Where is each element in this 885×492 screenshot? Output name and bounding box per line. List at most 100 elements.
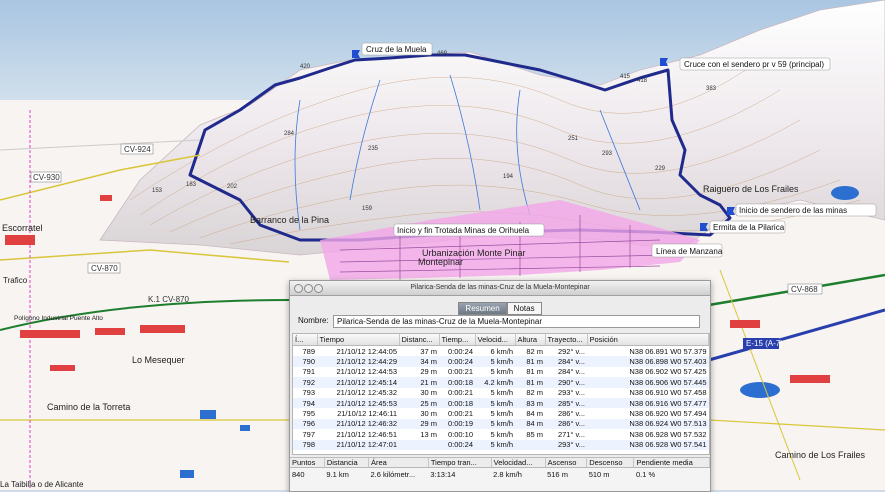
column-header[interactable]: Tiemp... (439, 334, 476, 346)
table-row[interactable]: 792 21/10/12 12:45:14 21 m 0:00:18 4.2 km/h 8… (293, 377, 709, 388)
elevation-label: 293 (602, 151, 613, 157)
table-cell: 0:00:10 (447, 429, 473, 439)
tab-bar: Resumen Notas (290, 298, 710, 316)
table-cell: 5 km/h (490, 429, 513, 439)
column-header[interactable]: Í... (293, 334, 318, 346)
table-cell: 25 m (399, 397, 439, 409)
summary-value: 2.8 km/h (493, 469, 522, 479)
place-barranco-pina: Barranco de la Pina (250, 215, 329, 225)
table-cell: N38 06.902 W0 57.425 (629, 367, 707, 377)
elevation-label: 159 (362, 206, 373, 212)
table-cell: N38 06.920 W0 57.494 (629, 409, 707, 419)
summary-header: Velocidad... (491, 458, 546, 468)
close-window-icon[interactable] (294, 284, 303, 293)
table-cell: N38 06.891 W0 57.379 (629, 346, 707, 356)
waypoint-inicio-fin-trotada: Inicio y fin Trotada Minas de Orihuela (397, 226, 530, 235)
table-cell (515, 439, 545, 450)
road-k1-cv-870: K.1 CV-870 (148, 295, 189, 304)
table-cell: 5 km/h (490, 409, 513, 419)
table-cell: 271° v... (557, 429, 585, 439)
trackpoints-table[interactable]: Í... Tiempo Distanc... Tiemp... Velocid... Al… (292, 333, 710, 455)
table-cell: 37 m (420, 346, 437, 356)
table-cell: 791 (302, 367, 315, 377)
table-cell: 82 m (526, 388, 543, 398)
summary-value: 840 (292, 469, 305, 479)
table-row[interactable]: 795 21/10/12 12:46:11 30 m 0:00:21 5 km/h 84 … (293, 408, 709, 418)
table-cell: 0:00:21 (447, 388, 473, 398)
column-header[interactable]: Velocid... (475, 334, 516, 346)
column-header[interactable]: Altura (515, 334, 546, 346)
table-cell: 0:00:21 (447, 367, 473, 377)
column-header[interactable]: Distanc... (399, 334, 440, 346)
summary-value: 516 m (547, 469, 568, 479)
table-cell: 285° v... (545, 397, 587, 409)
table-cell: 21/10/12 12:45:53 (317, 397, 399, 409)
summary-header: Pendiente media (633, 458, 710, 468)
place-camino-torreta: Camino de la Torreta (47, 402, 130, 412)
column-header[interactable]: Trayecto... (545, 334, 588, 346)
table-cell: 790 (293, 356, 317, 367)
table-cell: 793 (302, 388, 315, 398)
summary-header: Distancia (324, 458, 369, 468)
table-cell: 286° v... (545, 418, 587, 430)
table-row[interactable]: 789 21/10/12 12:44:05 37 m 0:00:24 6 km/h 82 … (293, 346, 709, 357)
elevation-label: 229 (655, 166, 666, 172)
elevation-label: 202 (227, 184, 238, 190)
summary-header-row: Puntos Distancia Área Tiempo tran... Velocid… (290, 458, 710, 468)
table-cell: N38 06.910 W0 57.458 (629, 388, 707, 398)
table-row[interactable]: 794 21/10/12 12:45:53 25 m 0:00:18 5 km/h 83 … (293, 397, 709, 409)
table-cell: 82 m (526, 346, 543, 356)
table-cell: 81 m (515, 377, 545, 388)
table-cell: 290° v... (545, 377, 587, 388)
place-lo-mesequer: Lo Mesequer (132, 355, 185, 365)
table-cell: 84 m (526, 409, 543, 419)
window-titlebar[interactable]: Pilarica-Senda de las minas-Cruz de la M… (290, 281, 710, 296)
table-row[interactable]: 793 21/10/12 12:45:32 30 m 0:00:21 5 km/h 82 … (293, 388, 709, 398)
tab-resumen[interactable]: Resumen (458, 302, 507, 315)
summary-header: Puntos (290, 458, 325, 468)
minimize-window-icon[interactable] (304, 284, 313, 293)
table-cell: 792 (293, 377, 317, 388)
elevation-label: 251 (568, 136, 579, 142)
table-cell: 789 (302, 346, 315, 356)
table-cell: 84 m (515, 418, 545, 430)
table-row[interactable]: 796 21/10/12 12:46:32 29 m 0:00:19 5 km/h 84 … (293, 418, 709, 430)
waypoint-linea-manzana: Línea de Manzana (656, 247, 723, 256)
table-cell: 34 m (399, 356, 439, 367)
summary-value: 3:13:14 (430, 469, 456, 479)
column-header[interactable]: Posición (587, 334, 709, 346)
table-cell: 21/10/12 12:45:32 (336, 388, 397, 398)
elevation-label: 469 (437, 51, 448, 57)
table-cell: N38 06.898 W0 57.403 (587, 356, 709, 367)
column-header[interactable]: Tiempo (317, 334, 400, 346)
table-cell: 0:00:18 (439, 377, 475, 388)
table-row[interactable]: 791 21/10/12 12:44:53 29 m 0:00:21 5 km/h 81 … (293, 367, 709, 377)
table-cell: N38 06.906 W0 57.445 (587, 377, 709, 388)
table-cell: 4.2 km/h (475, 377, 515, 388)
table-cell: 293° v... (545, 439, 587, 450)
reservoir (831, 186, 859, 200)
table-header-row: Í... Tiempo Distanc... Tiemp... Velocid... Al… (293, 334, 709, 346)
table-cell: 30 m (420, 388, 437, 398)
table-row[interactable]: 797 21/10/12 12:46:51 13 m 0:00:10 5 km/h 85 … (293, 429, 709, 439)
place-raiguero-frailes: Raiguero de Los Frailes (703, 184, 799, 194)
table-cell: 5 km/h (475, 356, 515, 367)
nombre-input[interactable]: Pilarica-Senda de las minas-Cruz de la M… (333, 315, 700, 328)
place-poligono-industrial: Polígono Industrial Puente Alto (14, 315, 103, 322)
table-row[interactable]: 790 21/10/12 12:44:29 34 m 0:00:24 5 km/h 81 … (293, 356, 709, 367)
table-cell: N38 06.916 W0 57.477 (587, 397, 709, 409)
place-camino-frailes: Camino de Los Frailes (775, 450, 866, 460)
table-cell: 293° v... (557, 388, 585, 398)
tab-notas[interactable]: Notas (506, 302, 542, 315)
table-cell: 29 m (399, 418, 439, 430)
table-cell: 5 km/h (490, 388, 513, 398)
summary-header: Área (368, 458, 429, 468)
zoom-window-icon[interactable] (314, 284, 323, 293)
table-row[interactable]: 798 21/10/12 12:47:01 0:00:24 5 km/h 293° v.… (293, 439, 709, 450)
place-escorratel: Escorratel (2, 223, 43, 233)
table-cell: 0:00:24 (447, 346, 473, 356)
table-cell: 21/10/12 12:44:05 (336, 346, 397, 356)
track-info-window[interactable]: Pilarica-Senda de las minas-Cruz de la M… (289, 280, 711, 492)
table-cell: 30 m (420, 409, 437, 419)
table-cell: 21/10/12 12:46:51 (336, 429, 397, 439)
